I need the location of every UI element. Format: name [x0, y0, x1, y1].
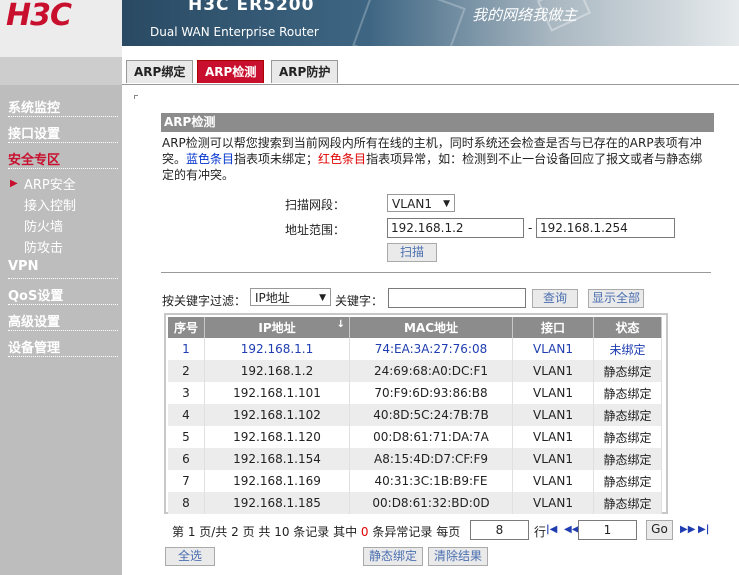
product-model: H3C ER5200	[188, 0, 315, 15]
col-status: 状态	[593, 317, 662, 338]
range-start-input[interactable]: 192.168.1.2	[387, 218, 524, 238]
sort-down-icon[interactable]: ↓	[337, 319, 345, 330]
sidebar: 系统监控 接口设置 安全专区 ▶ ARP安全 接入控制 防火墙 防攻击 VPN …	[0, 57, 122, 575]
abnormal-count: 0	[360, 525, 369, 539]
slogan: 我的网络我做主	[472, 6, 578, 24]
arp-table-container: 序号 IP地址 ↓ MAC地址 接口 状态 1 192.168.1.1 74:EA:3…	[164, 313, 668, 514]
per-page-input[interactable]: 8	[470, 520, 529, 540]
sidebar-sub-access-control[interactable]: 接入控制	[24, 195, 76, 214]
col-mac: MAC地址	[349, 317, 513, 338]
filter-label: 按关键字过滤：	[162, 294, 247, 308]
scan-segment-select[interactable]: VLAN1 ▼	[387, 194, 455, 212]
section-title: ARP检测	[161, 113, 714, 132]
chevron-down-icon: ▼	[443, 199, 450, 209]
range-end-input[interactable]: 192.168.1.254	[536, 218, 675, 238]
range-dash: -	[528, 221, 533, 235]
last-page-icon[interactable]: ▶|	[698, 524, 709, 535]
select-all-button[interactable]: 全选	[165, 547, 215, 566]
table-row[interactable]: 8 192.168.1.185 00:D8:61:32:BD:0D VLAN1 静态绑定	[168, 492, 662, 514]
tab-arp-protect[interactable]: ARP防护	[271, 60, 339, 83]
product-subtitle: Dual WAN Enterprise Router	[150, 25, 319, 39]
table-row[interactable]: 1 192.168.1.1 74:EA:3A:27:76:08 VLAN1 未绑定	[168, 338, 662, 360]
chevron-down-icon: ▼	[319, 293, 326, 303]
sidebar-item-interface[interactable]: 接口设置	[8, 123, 120, 142]
tab-arp-bind[interactable]: ARP绑定	[126, 60, 194, 83]
sidebar-sub-arp-security[interactable]: ARP安全	[24, 174, 76, 193]
tab-bar: ARP绑定 ARP检测 ARP防护	[122, 46, 739, 85]
table-row[interactable]: 5 192.168.1.120 00:D8:61:71:DA:7A VLAN1 静态绑定	[168, 426, 662, 448]
sidebar-sub-anti-attack[interactable]: 防攻击	[24, 237, 63, 256]
first-page-icon[interactable]: |◀	[546, 524, 557, 535]
static-bind-button[interactable]: 静态绑定	[363, 547, 423, 566]
range-label: 地址范围：	[285, 223, 346, 237]
keyword-label: 关键字：	[335, 294, 384, 308]
sidebar-item-system-monitor[interactable]: 系统监控	[8, 97, 120, 116]
col-interface: 接口	[512, 317, 594, 338]
logo-area: H3C	[0, 0, 122, 57]
tab-arp-detect[interactable]: ARP检测	[197, 60, 265, 83]
sidebar-item-device-mgmt[interactable]: 设备管理	[8, 337, 120, 356]
scan-segment-label: 扫描网段：	[285, 198, 346, 212]
h3c-logo: H3C	[6, 0, 72, 33]
current-arrow-icon: ▶	[10, 178, 18, 189]
col-ip[interactable]: IP地址 ↓	[204, 317, 350, 338]
pagination: 第 1 页/共 2 页 共 10 条记录 其中 0 条异常记录 每页	[172, 525, 461, 539]
sidebar-sub-firewall[interactable]: 防火墙	[24, 216, 63, 235]
col-no: 序号	[168, 317, 205, 338]
show-all-button[interactable]: 显示全部	[588, 289, 644, 308]
section-description: ARP检测可以帮您搜索到当前网段内所有在线的主机，同时系统还会检查是否与已存在的…	[162, 136, 703, 182]
filter-field-select[interactable]: IP地址 ▼	[250, 288, 331, 306]
banner: H3C ER5200 Dual WAN Enterprise Router 我的…	[122, 0, 739, 46]
page-number-input[interactable]: 1	[578, 520, 637, 540]
table-row[interactable]: 3 192.168.1.101 70:F9:6D:93:86:B8 VLAN1 静态绑定	[168, 382, 662, 404]
sidebar-item-vpn[interactable]: VPN	[8, 259, 120, 274]
arp-table: 序号 IP地址 ↓ MAC地址 接口 状态 1 192.168.1.1 74:EA:3…	[168, 317, 662, 514]
table-row[interactable]: 6 192.168.1.154 A8:15:4D:D7:CF:F9 VLAN1 静态绑定	[168, 448, 662, 470]
sidebar-item-security[interactable]: 安全专区	[8, 149, 120, 168]
table-row[interactable]: 2 192.168.1.2 24:69:68:A0:DC:F1 VLAN1 静态绑定	[168, 360, 662, 382]
clear-results-button[interactable]: 清除结果	[428, 547, 488, 566]
table-row[interactable]: 4 192.168.1.102 40:8D:5C:24:7B:7B VLAN1 静态绑定	[168, 404, 662, 426]
next-page-icon[interactable]: ▶▶	[680, 524, 695, 535]
sidebar-item-advanced[interactable]: 高级设置	[8, 311, 120, 330]
main-content: ARP检测 ARP检测可以帮您搜索到当前网段内所有在线的主机，同时系统还会检查是…	[122, 85, 739, 575]
table-row[interactable]: 7 192.168.1.169 40:31:3C:1B:B9:FE VLAN1 静态绑定	[168, 470, 662, 492]
sidebar-item-qos[interactable]: QoS设置	[8, 285, 120, 304]
pager-summary: 第 1 页/共 2 页 共 10 条记录 其中	[172, 525, 361, 539]
scan-button[interactable]: 扫描	[387, 243, 437, 262]
rows-label: 行	[534, 525, 547, 539]
search-button[interactable]: 查询	[532, 289, 578, 308]
keyword-input[interactable]	[388, 288, 526, 308]
go-button[interactable]: Go	[646, 520, 673, 540]
